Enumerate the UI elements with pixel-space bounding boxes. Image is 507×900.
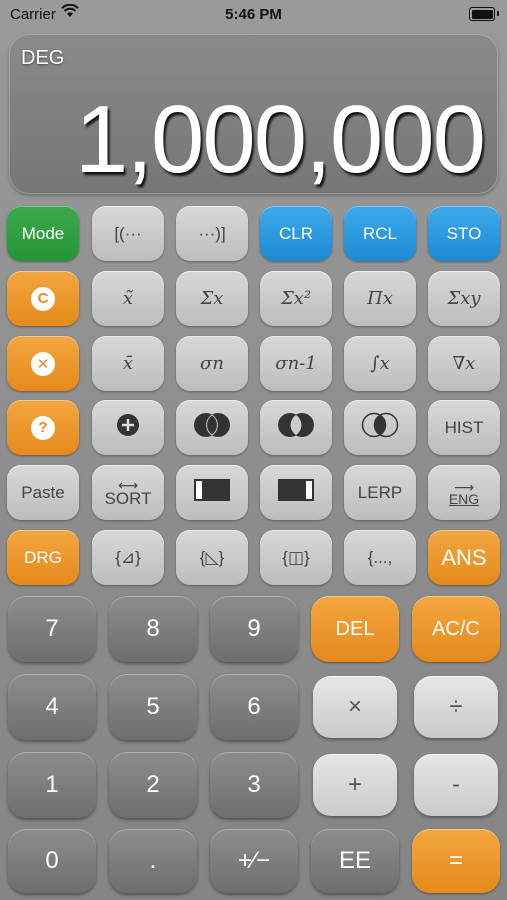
matrix-set-button[interactable]: {◫} (260, 530, 332, 585)
plus-minus-button[interactable]: +∕− (210, 829, 298, 893)
sigma-n-1-button[interactable]: σn-1 (260, 336, 332, 391)
digit-7-button[interactable]: 7 (8, 596, 96, 662)
subtract-button[interactable]: - (414, 754, 498, 816)
all-clear-button[interactable]: AC/C (412, 596, 500, 662)
right-triangle-set-button[interactable]: {◺} (176, 530, 248, 585)
add-set-button[interactable] (92, 400, 164, 455)
sum-x-squared-button[interactable]: Σx² (260, 271, 332, 326)
clear-circle-icon: C (31, 286, 55, 311)
decimal-button[interactable]: . (109, 829, 197, 893)
rect-left-button[interactable] (176, 465, 248, 520)
rcl-button[interactable]: RCL (344, 206, 416, 261)
sort-label: SORT (104, 489, 152, 508)
integral-button[interactable]: ∫x (344, 336, 416, 391)
digit-9-button[interactable]: 9 (210, 596, 298, 662)
help-circle-icon: ? (31, 415, 55, 440)
sto-button[interactable]: STO (428, 206, 500, 261)
drg-button[interactable]: DRG (7, 530, 79, 585)
difference-button[interactable] (260, 400, 332, 455)
lerp-button[interactable]: LERP (344, 465, 416, 520)
product-x-button[interactable]: Πx (344, 271, 416, 326)
venn-intersection-icon (360, 412, 400, 443)
help-button[interactable]: ? (7, 400, 79, 455)
eng-label: ENG (448, 490, 480, 507)
multiply-button[interactable]: × (313, 676, 397, 738)
angle-mode-label: DEG (21, 47, 65, 69)
paste-button[interactable]: Paste (7, 465, 79, 520)
union-button[interactable] (176, 400, 248, 455)
venn-difference-icon (276, 412, 316, 443)
add-button[interactable]: + (313, 754, 397, 816)
battery-icon (469, 7, 499, 21)
ans-button[interactable]: ANS (428, 530, 500, 585)
rect-left-icon (194, 479, 230, 506)
clock: 5:46 PM (225, 6, 282, 23)
list-button[interactable]: {..., (344, 530, 416, 585)
gradient-button[interactable]: ∇x (428, 336, 500, 391)
open-bracket-button[interactable]: [(··· (92, 206, 164, 261)
close-bracket-button[interactable]: ···)] (176, 206, 248, 261)
mode-button[interactable]: Mode (7, 206, 79, 261)
result-value: 1,000,000 (74, 86, 486, 193)
result-display: DEG 1,000,000 (9, 34, 498, 194)
intersection-button[interactable] (344, 400, 416, 455)
venn-union-icon (192, 412, 232, 443)
mean-button[interactable]: x̄ (92, 336, 164, 391)
sigma-n-button[interactable]: σn (176, 336, 248, 391)
battery-fill (471, 9, 493, 19)
digit-2-button[interactable]: 2 (109, 752, 197, 818)
sort-button[interactable]: ⟷ SORT (92, 465, 164, 520)
add-circle-icon (116, 413, 140, 442)
digit-5-button[interactable]: 5 (109, 674, 197, 740)
delete-button[interactable]: DEL (311, 596, 399, 662)
equals-button[interactable]: = (412, 829, 500, 893)
cancel-button[interactable]: ✕ (7, 336, 79, 391)
digit-1-button[interactable]: 1 (8, 752, 96, 818)
cancel-circle-icon: ✕ (31, 351, 55, 376)
eng-button[interactable]: ⟶ ENG (428, 465, 500, 520)
digit-0-button[interactable]: 0 (8, 829, 96, 893)
sum-x-button[interactable]: Σx (176, 271, 248, 326)
hist-button[interactable]: HIST (428, 400, 500, 455)
status-bar: Carrier 5:46 PM (0, 0, 507, 30)
digit-4-button[interactable]: 4 (8, 674, 96, 740)
digit-8-button[interactable]: 8 (109, 596, 197, 662)
clr-button[interactable]: CLR (260, 206, 332, 261)
rect-right-icon (278, 479, 314, 506)
digit-3-button[interactable]: 3 (210, 752, 298, 818)
median-button[interactable]: x̃ (92, 271, 164, 326)
divide-button[interactable]: ÷ (414, 676, 498, 738)
triangle-set-button[interactable]: {⊿} (92, 530, 164, 585)
digit-6-button[interactable]: 6 (210, 674, 298, 740)
exponent-button[interactable]: EE (311, 829, 399, 893)
sum-xy-button[interactable]: Σxy (428, 271, 500, 326)
clear-button[interactable]: C (7, 271, 79, 326)
rect-right-button[interactable] (260, 465, 332, 520)
